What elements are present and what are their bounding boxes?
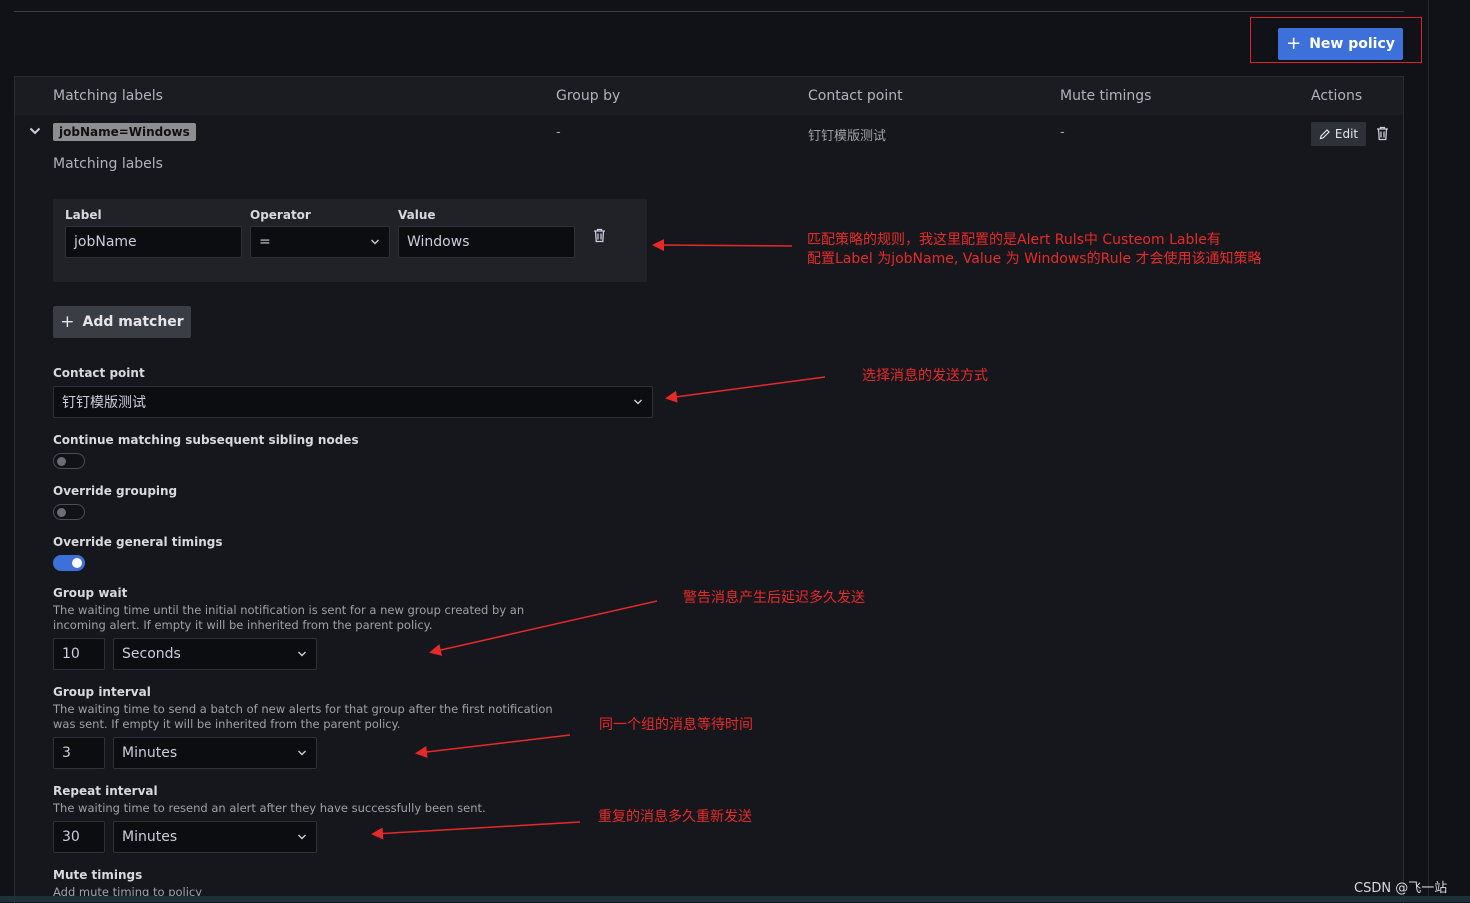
annotation-arrow-repeat-interval (371, 821, 581, 840)
annotation-arrow-contact-point (665, 376, 826, 403)
bottom-bar (0, 896, 1470, 902)
annotation-arrow-matcher (652, 239, 793, 252)
annotation-group-interval: 同一个组的消息等待时间 (599, 717, 753, 733)
annotation-group-wait: 警告消息产生后延迟多久发送 (683, 590, 865, 606)
annotation-matcher-line1: 匹配策略的规则，我这里配置的是Alert Ruls中 Custeom Lable… (807, 232, 1221, 248)
annotation-arrow-group-interval (415, 734, 571, 758)
annotation-repeat-interval: 重复的消息多久重新发送 (598, 809, 752, 825)
csdn-watermark: CSDN @飞一站 (1354, 881, 1448, 896)
annotation-matcher: 匹配策略的规则，我这里配置的是Alert Ruls中 Custeom Lable… (807, 231, 1262, 269)
annotation-arrow-group-wait (429, 600, 658, 656)
annotation-matcher-line2: 配置Label 为jobName, Value 为 Windows的Rule 才… (807, 251, 1262, 267)
annotation-arrows (371, 239, 826, 840)
annotation-contact-point: 选择消息的发送方式 (862, 368, 988, 384)
